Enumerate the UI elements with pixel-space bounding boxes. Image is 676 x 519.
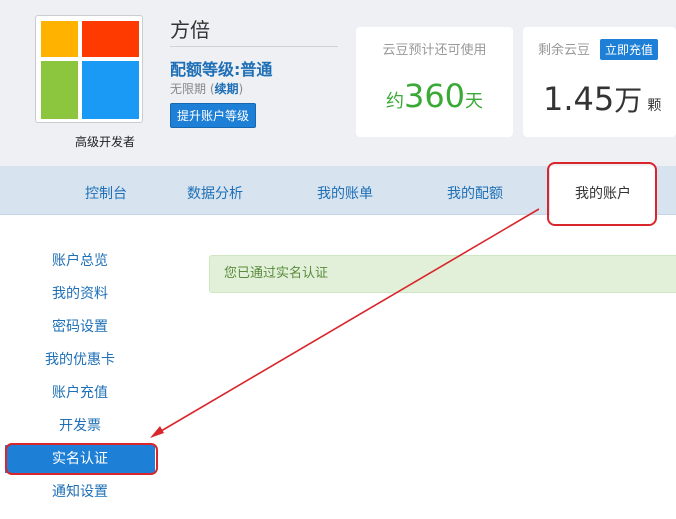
estimate-value: 约360天 — [356, 77, 513, 115]
upgrade-account-button[interactable]: 提升账户等级 — [170, 103, 257, 128]
recharge-button[interactable]: 立即充值 — [600, 39, 659, 60]
avatar-tile-blue — [82, 61, 139, 119]
remaining-unit: 万 — [614, 84, 643, 117]
annotation-arrow-line — [155, 208, 540, 435]
tab-console[interactable]: 控制台 — [36, 166, 176, 215]
renew-link[interactable]: 续期 — [215, 82, 239, 96]
remaining-label: 剩余云豆 — [538, 43, 591, 58]
validity-suffix: ) — [238, 82, 244, 96]
main-nav: 控制台 数据分析 我的账单 我的配额 我的账户 — [0, 166, 676, 215]
validity-prefix: 无限期 ( — [170, 82, 215, 96]
sidebar-item-account-overview[interactable]: 账户总览 — [5, 247, 155, 275]
avatar[interactable] — [35, 15, 143, 123]
quota-level: 配额等级:普通 — [170, 60, 273, 79]
remaining-unit-count: 颗 — [647, 98, 662, 114]
sidebar-item-password-settings[interactable]: 密码设置 — [5, 313, 155, 341]
username: 方倍 — [170, 18, 210, 42]
remaining-value: 1.45万 颗 — [543, 79, 661, 119]
validity-text: 无限期 (续期) — [170, 80, 243, 97]
sidebar-item-my-profile[interactable]: 我的资料 — [5, 280, 155, 308]
verification-success-notice: 您已通过实名认证 — [209, 255, 676, 293]
tab-data-analysis[interactable]: 数据分析 — [160, 166, 270, 215]
avatar-tile-red — [82, 21, 139, 57]
avatar-tile-green — [41, 61, 78, 119]
role-label: 高级开发者 — [74, 135, 135, 149]
estimate-label: 云豆预计还可使用 — [382, 43, 487, 58]
remaining-number: 1.45 — [543, 80, 615, 118]
sidebar-item-real-name-verification[interactable]: 实名认证 — [5, 445, 155, 473]
divider — [170, 46, 338, 47]
avatar-tile-orange — [41, 21, 78, 57]
estimate-card: 云豆预计还可使用 约360天 — [356, 27, 513, 137]
estimate-prefix: 约 — [385, 91, 404, 112]
sidebar-item-coupons[interactable]: 我的优惠卡 — [5, 346, 155, 374]
tab-my-bills[interactable]: 我的账单 — [290, 166, 400, 215]
sidebar-item-notification-settings[interactable]: 通知设置 — [5, 478, 155, 506]
estimate-number: 360 — [403, 77, 466, 115]
account-header: 高级开发者 方倍 配额等级:普通 无限期 (续期) 提升账户等级 云豆预计还可使… — [0, 0, 676, 166]
sidebar-item-recharge[interactable]: 账户充值 — [5, 379, 155, 407]
tab-my-quota[interactable]: 我的配额 — [420, 166, 530, 215]
tab-my-account[interactable]: 我的账户 — [550, 166, 656, 215]
remaining-card: 剩余云豆 立即充值 1.45万 颗 — [523, 27, 676, 137]
estimate-unit: 天 — [465, 91, 484, 112]
sidebar-item-invoice[interactable]: 开发票 — [5, 412, 155, 440]
